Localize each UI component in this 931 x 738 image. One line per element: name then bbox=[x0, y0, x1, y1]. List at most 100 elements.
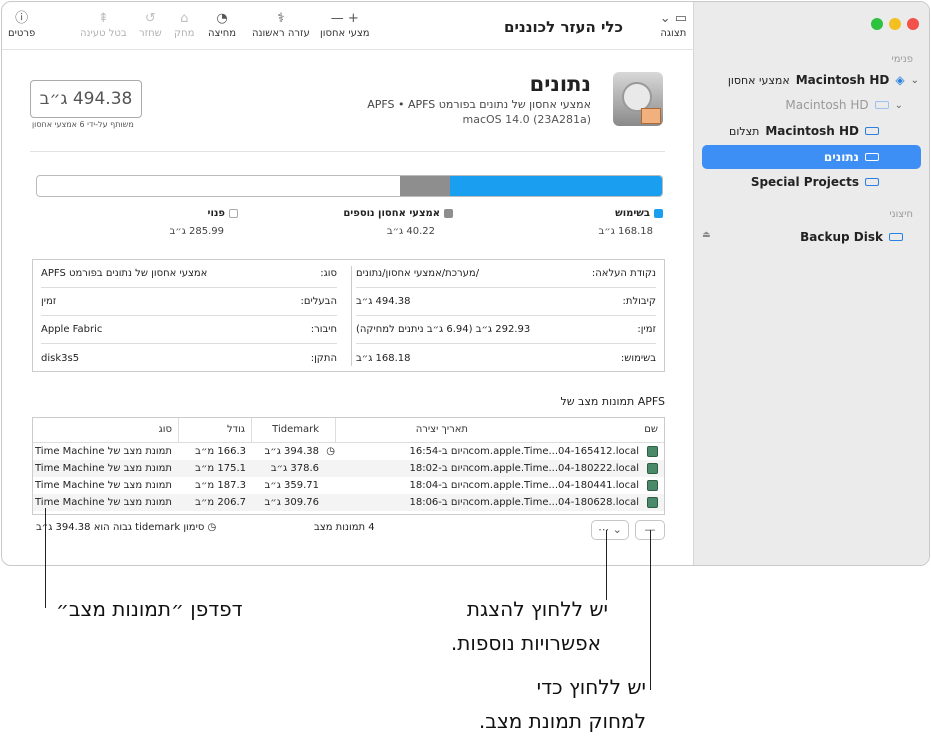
cell-tidemark: 359.71 ג״ב bbox=[264, 480, 319, 491]
info-label: פרטים bbox=[8, 28, 36, 39]
tidemark-note-text: סימון tidemark גבוה הוא 394.38 ג״ב bbox=[36, 522, 205, 533]
cell-type: תמונת מצב של Time Machine bbox=[35, 497, 172, 508]
more-options-button[interactable]: ⋯ ⌄ bbox=[591, 520, 629, 540]
sidebar-section-external: חיצוני bbox=[889, 209, 913, 220]
table-row[interactable]: com.apple.Time...04-165412.local היום ב-1… bbox=[33, 443, 664, 460]
chevron-down-icon[interactable]: ⌄ bbox=[895, 100, 903, 111]
sidebar-item-label: Macintosh HD bbox=[785, 98, 869, 112]
unmount-icon: ⇞ bbox=[97, 11, 109, 26]
legend-used: בשימוש bbox=[615, 208, 663, 219]
legend-label: בשימוש bbox=[615, 208, 650, 219]
legend-swatch bbox=[229, 209, 238, 218]
chevron-down-icon[interactable]: ⌄ bbox=[911, 75, 919, 86]
cell-date: היום ב-18:02 bbox=[409, 463, 469, 474]
callout-delete-2: למחוק תמונת מצב. bbox=[478, 709, 646, 733]
sidebar-item-backup-disk[interactable]: Backup Disk bbox=[794, 225, 903, 249]
info-button[interactable]: ⓘ פרטים bbox=[8, 10, 35, 39]
col-header-tidemark[interactable]: Tidemark bbox=[251, 418, 325, 442]
tidemark-icon: ◷ bbox=[204, 522, 217, 533]
callout-delete-1: יש ללחוץ כדי bbox=[536, 675, 646, 699]
sidebar-item-label: Special Projects bbox=[750, 175, 859, 189]
cell-type: תמונת מצב של Time Machine bbox=[35, 480, 172, 491]
minimize-window-button[interactable] bbox=[889, 18, 901, 30]
cell-size: 175.1 מ״ב bbox=[195, 463, 246, 474]
sidebar-item-macintosh-hd-snapshot[interactable]: Macintosh HD תצלום bbox=[725, 119, 879, 143]
info-cell: חיבור: Apple Fabric bbox=[41, 316, 337, 344]
eject-icon[interactable]: ⏏ bbox=[702, 230, 711, 240]
info-value: 292.93 ג״ב (6.94 ג״ב ניתנים למחיקה) bbox=[356, 324, 531, 335]
cell-type: תמונת מצב של Time Machine bbox=[35, 463, 172, 474]
usage-bar-used bbox=[449, 176, 662, 196]
info-value: disk3s5 bbox=[41, 352, 80, 364]
col-header-type[interactable]: סוג bbox=[31, 418, 178, 442]
first-aid-button[interactable]: ⚕ עזרה ראשונה bbox=[252, 10, 310, 39]
unmount-button[interactable]: ⇞ בטל טעינה bbox=[80, 10, 127, 39]
sidebar-item-sublabel: אמצעי אחסון bbox=[727, 73, 790, 87]
snapshots-title: תמונות מצב של APFS bbox=[560, 395, 665, 408]
tidemark-marker-icon: ◷ bbox=[326, 446, 335, 457]
tidemark-note: ◷ סימון tidemark גבוה הוא 394.38 ג״ב bbox=[36, 522, 216, 533]
sidebar-item-label: נתונים bbox=[823, 150, 859, 164]
cell-name: com.apple.Time...04-180628.local bbox=[468, 497, 639, 508]
view-label: תצוגה bbox=[660, 28, 687, 39]
info-key: סוג: bbox=[320, 268, 337, 279]
partition-button[interactable]: ◔ מחיצה bbox=[208, 10, 236, 39]
col-header-size[interactable]: גודל bbox=[178, 418, 251, 442]
usage-bar bbox=[36, 175, 663, 197]
volume-icon bbox=[613, 72, 663, 126]
sidebar: פנימי ⌄ ◈ Macintosh HD אמצעי אחסון ⌄ Mac… bbox=[693, 2, 929, 565]
erase-icon: ⌂ bbox=[180, 11, 189, 26]
table-row[interactable]: com.apple.Time...04-180222.local היום ב-1… bbox=[33, 460, 664, 477]
sidebar-item-macintosh-hd-container[interactable]: ⌄ Macintosh HD bbox=[785, 93, 903, 117]
volume-label: מצעי אחסון bbox=[320, 28, 370, 39]
info-cell: נקודת העלאה: /מערכת/אמצעי אחסון/נתונים bbox=[356, 260, 656, 288]
volume-os: macOS 14.0 (23A281a) bbox=[462, 113, 591, 126]
plus-minus-icon: — + bbox=[330, 11, 359, 26]
zoom-window-button[interactable] bbox=[871, 18, 883, 30]
info-table: נקודת העלאה: /מערכת/אמצעי אחסון/נתונים קיב… bbox=[32, 259, 665, 372]
info-key: הבעלים: bbox=[300, 296, 338, 307]
sidebar-item-macintosh-hd-volume[interactable]: ⌄ ◈ Macintosh HD אמצעי אחסון bbox=[724, 68, 919, 92]
info-cell: התקן: disk3s5 bbox=[41, 344, 337, 372]
close-window-button[interactable] bbox=[907, 18, 919, 30]
info-cell: סוג: אמצעי אחסון של נתונים בפורמט APFS bbox=[41, 260, 337, 288]
disk-icon bbox=[889, 233, 903, 241]
table-row[interactable]: com.apple.Time...04-180441.local היום ב-1… bbox=[33, 477, 664, 494]
snapshot-icon bbox=[647, 446, 658, 457]
erase-label: מחק bbox=[174, 28, 195, 39]
volume-button[interactable]: — + מצעי אחסון bbox=[320, 10, 370, 39]
info-icon: ⓘ bbox=[15, 11, 29, 26]
snapshots-table[interactable]: שם תאריך יצירה Tidemark גודל סוג com.app… bbox=[32, 417, 665, 515]
view-button[interactable]: ⌄ ▭ תצוגה bbox=[660, 10, 687, 39]
legend-swatch bbox=[444, 209, 453, 218]
cell-date: היום ב-18:04 bbox=[409, 480, 469, 491]
sidebar-item-label: Backup Disk bbox=[800, 230, 883, 244]
legend-free-value: 285.99 ג״ב bbox=[169, 226, 224, 237]
disk-icon bbox=[874, 101, 889, 109]
first-aid-label: עזרה ראשונה bbox=[252, 28, 310, 39]
col-header-name[interactable]: שם bbox=[641, 418, 664, 442]
info-value: /מערכת/אמצעי אחסון/נתונים bbox=[356, 268, 480, 279]
info-cell: בשימוש: 168.18 ג״ב bbox=[356, 344, 656, 372]
info-value: Apple Fabric bbox=[41, 324, 103, 335]
col-header-date[interactable]: תאריך יצירה bbox=[335, 418, 474, 442]
legend-swatch bbox=[654, 209, 663, 218]
cell-name: com.apple.Time...04-180222.local bbox=[468, 463, 639, 474]
info-value: זמין bbox=[41, 296, 57, 307]
table-row[interactable]: com.apple.Time...04-180628.local היום ב-1… bbox=[33, 494, 664, 511]
sidebar-item-data-selected[interactable]: נתונים bbox=[702, 145, 921, 169]
sidebar-item-special-projects[interactable]: Special Projects bbox=[745, 170, 879, 194]
legend-free: פנוי bbox=[208, 208, 238, 219]
cell-tidemark: 378.6 ג״ב bbox=[270, 463, 319, 474]
restore-button[interactable]: ↺ שחזר bbox=[139, 10, 162, 39]
disk-icon bbox=[865, 127, 879, 135]
cell-date: היום ב-18:06 bbox=[409, 497, 469, 508]
erase-button[interactable]: ⌂ מחק bbox=[174, 10, 194, 39]
partition-icon: ◔ bbox=[216, 11, 228, 26]
cell-tidemark: 394.38 ג״ב bbox=[264, 446, 319, 457]
disk-icon bbox=[865, 178, 879, 186]
layers-icon: ◈ bbox=[895, 73, 905, 87]
main-pane: ⓘ פרטים ⇞ בטל טעינה ↺ שחזר ⌂ מחק ◔ מחיצה ⚕ עזר… bbox=[2, 2, 695, 565]
callout-browser: דפדפן ״תמונות מצב״ bbox=[56, 597, 243, 621]
sidebar-toggle-icon: ⌄ ▭ bbox=[659, 11, 687, 26]
